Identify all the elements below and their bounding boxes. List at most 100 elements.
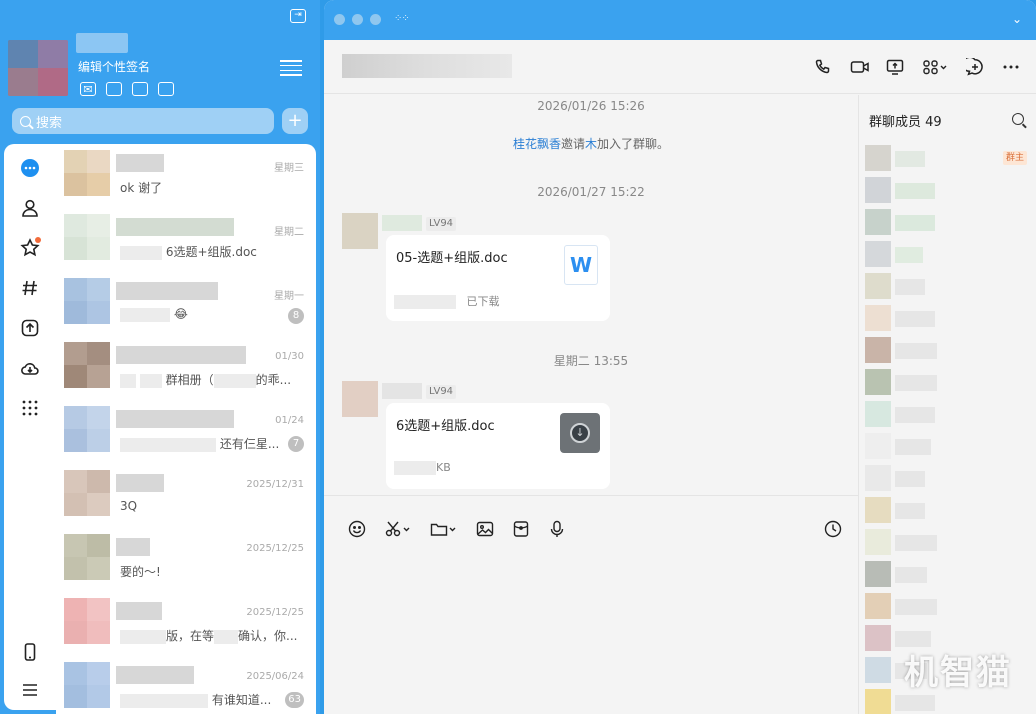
download-icon[interactable]: ↓ xyxy=(560,413,600,453)
chat-title-blurred xyxy=(342,54,512,78)
member-name-blurred xyxy=(895,343,937,359)
main-panel: ⇥ 编辑个性签名 ✉ 搜索 + 星期三 ok 谢了 星期二 6选题+组版.doc… xyxy=(0,0,320,714)
chevron-down-icon[interactable]: ⌄ xyxy=(1012,12,1022,26)
app: ⇥ 编辑个性签名 ✉ 搜索 + 星期三 ok 谢了 星期二 6选题+组版.doc… xyxy=(0,0,1036,714)
file-message-card[interactable]: 6选题+组版.doc ↓ KB xyxy=(386,403,610,489)
member-item[interactable] xyxy=(865,271,1031,299)
conversation-item[interactable]: 2025/06/24 有谁知道... 63 xyxy=(56,656,316,714)
folder-icon[interactable] xyxy=(106,82,122,96)
member-item[interactable] xyxy=(865,303,1031,331)
nav-favorites-icon[interactable] xyxy=(18,236,42,260)
window-zoom-button[interactable] xyxy=(370,14,381,25)
member-item[interactable] xyxy=(865,431,1031,459)
avatar xyxy=(865,433,891,459)
user-avatar[interactable] xyxy=(8,40,68,96)
conversation-preview-row: 😂 xyxy=(120,307,188,322)
drag-handle-icon[interactable]: ⁘⁘ xyxy=(394,14,410,25)
timestamp-divider: 星期二 13:55 xyxy=(553,354,629,368)
avatar xyxy=(64,534,110,580)
member-item[interactable] xyxy=(865,367,1031,395)
conversation-item[interactable]: 星期三 ok 谢了 xyxy=(56,144,316,208)
nav-messages-icon[interactable] xyxy=(18,156,42,180)
notice-tail: 加入了群聊。 xyxy=(597,137,670,151)
avatar xyxy=(64,342,110,388)
member-item[interactable] xyxy=(865,463,1031,491)
inviter-link[interactable]: 桂花飘香 xyxy=(513,137,561,151)
member-item[interactable] xyxy=(865,527,1031,555)
screenshot-scissors-icon[interactable] xyxy=(384,520,412,538)
member-item[interactable] xyxy=(865,335,1031,363)
conversation-item[interactable]: 星期二 6选题+组版.doc xyxy=(56,208,316,272)
red-packet-icon[interactable] xyxy=(512,520,530,538)
conversation-name-blurred xyxy=(116,538,150,556)
file-message-card[interactable]: 05-选题+组版.doc W 已下载 xyxy=(386,235,610,321)
conversation-time: 星期二 xyxy=(274,227,304,238)
invitee-link[interactable]: 木 xyxy=(585,137,597,151)
nav-cloud-icon[interactable] xyxy=(18,356,42,380)
history-clock-icon[interactable] xyxy=(824,520,842,542)
member-search-icon[interactable] xyxy=(1012,113,1024,125)
conversation-item[interactable]: 2025/12/25 要的～! xyxy=(56,528,316,592)
search-input[interactable]: 搜索 xyxy=(12,108,274,134)
voice-call-icon[interactable] xyxy=(814,58,832,76)
conversation-item[interactable]: 2025/12/31 3Q xyxy=(56,464,316,528)
word-document-icon: W xyxy=(564,245,598,285)
nav-upload-icon[interactable] xyxy=(18,316,42,340)
avatar[interactable] xyxy=(342,381,378,417)
search-icon xyxy=(20,115,31,127)
member-item[interactable]: 群主 xyxy=(865,143,1031,171)
file-name: 05-选题+组版.doc xyxy=(396,251,508,266)
nav-contacts-icon[interactable] xyxy=(18,196,42,220)
member-item[interactable] xyxy=(865,495,1031,523)
avatar xyxy=(865,177,891,203)
nav-settings-menu-icon[interactable] xyxy=(18,678,42,702)
conversation-item[interactable]: 星期一 😂 8 xyxy=(56,272,316,336)
add-member-icon[interactable] xyxy=(961,56,984,76)
conversation-item[interactable]: 01/30 群相册（ 的乖... xyxy=(56,336,316,400)
conversation-preview-tail: 确认，你... xyxy=(238,629,298,643)
screen-share-icon[interactable] xyxy=(886,58,904,76)
send-file-icon[interactable] xyxy=(430,520,458,538)
nav-phone-icon[interactable] xyxy=(18,640,42,664)
preview-blurred xyxy=(120,373,136,388)
conversation-preview: 6选题+组版.doc xyxy=(165,245,257,259)
file-status: 已下载 xyxy=(466,295,500,308)
apps-menu-icon[interactable] xyxy=(922,58,948,76)
conversation-time: 2025/06/24 xyxy=(246,671,304,682)
conversation-item[interactable]: 2025/12/25 版，在等 确认，你... xyxy=(56,592,316,656)
user-nickname-blurred xyxy=(76,33,128,53)
member-item[interactable] xyxy=(865,207,1031,235)
message-area[interactable]: 2026/01/26 15:26 桂花飘香邀请木加入了群聊。 2026/01/2… xyxy=(324,95,858,495)
add-button[interactable]: + xyxy=(282,108,308,134)
contact-card-icon[interactable] xyxy=(132,82,148,96)
avatar[interactable] xyxy=(342,213,378,249)
more-options-icon[interactable] xyxy=(1002,58,1020,76)
conversation-item[interactable]: 01/24 还有仨星... 7 xyxy=(56,400,316,464)
window-close-button[interactable] xyxy=(334,14,345,25)
shirt-icon[interactable] xyxy=(158,82,174,96)
sidebar-nav xyxy=(4,144,56,710)
message-composer[interactable] xyxy=(324,495,858,714)
signature-label[interactable]: 编辑个性签名 xyxy=(78,58,150,75)
member-item[interactable] xyxy=(865,399,1031,427)
avatar xyxy=(865,561,891,587)
mail-icon[interactable]: ✉ xyxy=(80,82,96,96)
image-icon[interactable] xyxy=(476,520,494,538)
member-item[interactable] xyxy=(865,559,1031,587)
voice-input-icon[interactable] xyxy=(548,520,566,538)
conversation-preview-row: 6选题+组版.doc xyxy=(120,243,257,260)
window-minimize-button[interactable] xyxy=(352,14,363,25)
nav-channels-icon[interactable] xyxy=(18,276,42,300)
member-item[interactable] xyxy=(865,239,1031,267)
sender-name-blurred xyxy=(382,383,422,399)
video-call-icon[interactable] xyxy=(850,58,869,76)
emoji-icon[interactable] xyxy=(348,520,366,538)
main-menu-icon[interactable] xyxy=(280,60,302,76)
member-item[interactable] xyxy=(865,175,1031,203)
avatar xyxy=(865,401,891,427)
conversation-list: 星期三 ok 谢了 星期二 6选题+组版.doc 星期一 😂 8 01/30 群… xyxy=(56,144,316,714)
nav-more-apps-icon[interactable] xyxy=(18,396,42,420)
collapse-sidebar-icon[interactable]: ⇥ xyxy=(290,9,306,23)
member-item[interactable] xyxy=(865,591,1031,619)
member-name-blurred xyxy=(895,503,925,519)
